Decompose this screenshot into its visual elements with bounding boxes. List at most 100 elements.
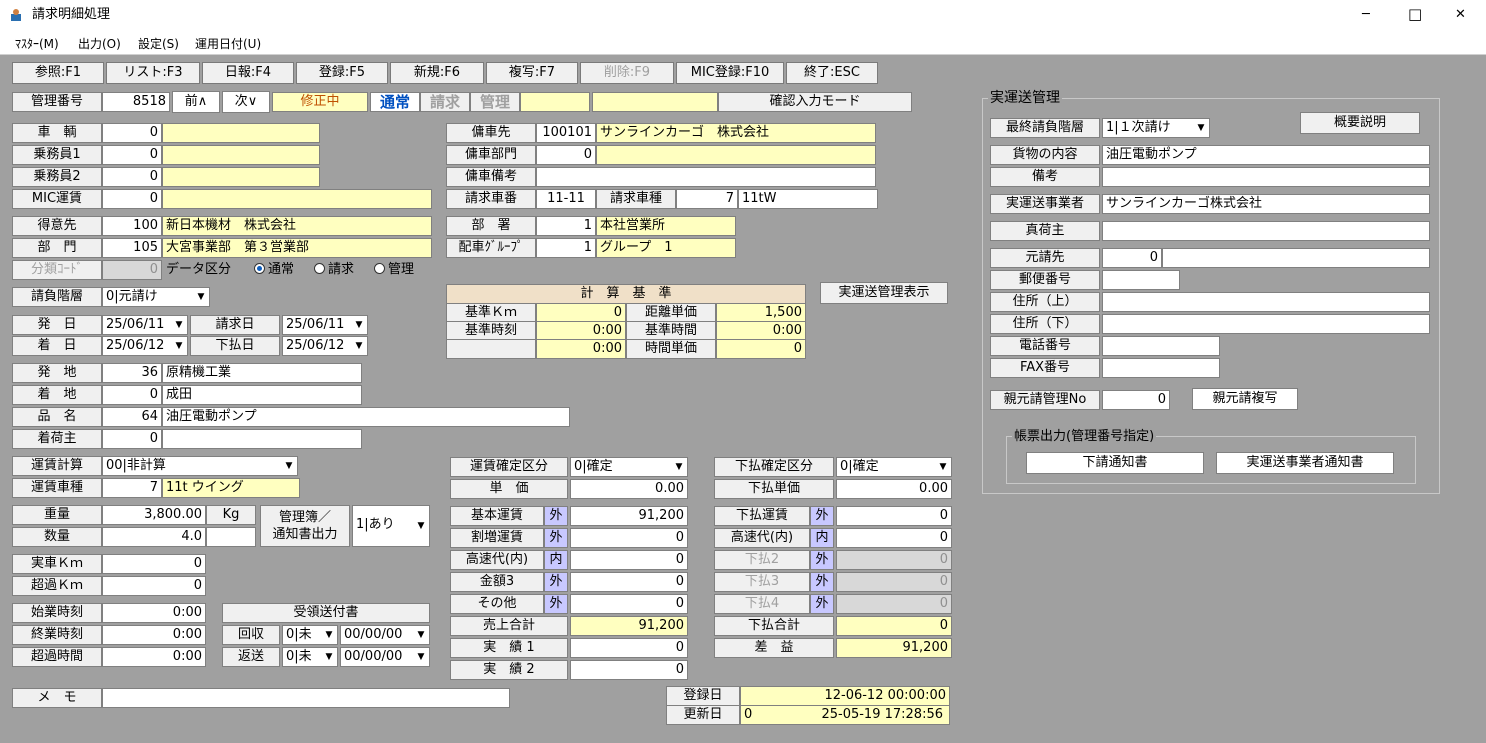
sales-tanka[interactable]: 0.00 <box>570 479 688 499</box>
pay-tanka[interactable]: 0.00 <box>836 479 952 499</box>
menu-output[interactable]: 出力(O) <box>78 35 121 52</box>
kijun-km[interactable]: 0 <box>536 303 626 323</box>
chevron-down-icon[interactable]: ▼ <box>414 649 428 665</box>
pay-2-tag[interactable]: 外 <box>810 550 834 570</box>
fax-field[interactable] <box>1102 358 1220 378</box>
memo-field[interactable] <box>102 688 510 708</box>
kosoku-val[interactable]: 0 <box>570 550 688 570</box>
delete-button[interactable]: 削除:F9 <box>580 62 674 84</box>
choka-jikan-field[interactable]: 0:00 <box>102 647 206 667</box>
jikan-tanka[interactable]: 0 <box>716 339 806 359</box>
crew2-code[interactable]: 0 <box>102 167 162 187</box>
tokui-code[interactable]: 100 <box>102 216 162 236</box>
mic-register-button[interactable]: MIC登録:F10 <box>676 62 784 84</box>
hatchi-name[interactable]: 原精機工業 <box>162 363 362 383</box>
jigyosha-tsuchi-button[interactable]: 実運送事業者通知書 <box>1216 452 1394 474</box>
chevron-down-icon[interactable]: ▼ <box>414 627 428 643</box>
radio-kanri[interactable]: 管理 <box>374 261 414 279</box>
radio-tsujo[interactable]: 通常 <box>254 261 294 279</box>
mic-fare-code[interactable]: 0 <box>102 189 162 209</box>
hatchi-code[interactable]: 36 <box>102 363 162 383</box>
copy-button[interactable]: 複写:F7 <box>486 62 578 84</box>
new-button[interactable]: 新規:F6 <box>390 62 484 84</box>
chevron-down-icon[interactable]: ▼ <box>936 459 950 475</box>
kihon-val[interactable]: 91,200 <box>570 506 688 526</box>
sonota-val[interactable]: 0 <box>570 594 688 614</box>
kanri-no-field[interactable]: 8518 <box>102 92 170 112</box>
chevron-down-icon[interactable]: ▼ <box>352 317 366 333</box>
chevron-down-icon[interactable]: ▼ <box>282 458 296 474</box>
chevron-down-icon[interactable]: ▼ <box>352 338 366 354</box>
chevron-down-icon[interactable]: ▼ <box>172 317 186 333</box>
addr1-field[interactable] <box>1102 292 1430 312</box>
chevron-down-icon[interactable]: ▼ <box>172 338 186 354</box>
jitsu-display-button[interactable]: 実運送管理表示 <box>820 282 948 304</box>
haisha-code[interactable]: 1 <box>536 238 596 258</box>
chevron-down-icon[interactable]: ▼ <box>322 649 336 665</box>
crew1-code[interactable]: 0 <box>102 145 162 165</box>
pay-kosoku-tag[interactable]: 内 <box>810 528 834 548</box>
yosha-code[interactable]: 100101 <box>536 123 596 143</box>
chevron-down-icon[interactable]: ▼ <box>194 289 208 305</box>
jisseki1[interactable]: 0 <box>570 638 688 658</box>
chaku-date[interactable]: 25/06/12 ▼ <box>102 336 188 356</box>
warimashi-tag[interactable]: 外 <box>544 528 568 548</box>
oya-copy-button[interactable]: 親元請複写 <box>1192 388 1298 410</box>
kihon-tag[interactable]: 外 <box>544 506 568 526</box>
seikyu-shashu-code[interactable]: 7 <box>676 189 738 209</box>
warimashi-val[interactable]: 0 <box>570 528 688 548</box>
menu-master[interactable]: ﾏｽﾀｰ(M) <box>15 35 59 52</box>
choka-km[interactable]: 0 <box>102 576 206 596</box>
fare-calc-select[interactable]: 00|非計算 ▼ <box>102 456 298 476</box>
busho-code[interactable]: 1 <box>536 216 596 236</box>
oya-field[interactable]: 0 <box>1102 390 1170 410</box>
pay-unchin-val[interactable]: 0 <box>836 506 952 526</box>
bumon-code[interactable]: 105 <box>102 238 162 258</box>
jissha-km[interactable]: 0 <box>102 554 206 574</box>
ukeoi-select[interactable]: 0|元請け ▼ <box>102 287 210 307</box>
kyori-tanka[interactable]: 1,500 <box>716 303 806 323</box>
ref-button[interactable]: 参照:F1 <box>12 62 104 84</box>
shin-ninushi-field[interactable] <box>1102 221 1430 241</box>
yosha-biko-field[interactable] <box>536 167 876 187</box>
yubin-field[interactable] <box>1102 270 1180 290</box>
yosha-bumon-code[interactable]: 0 <box>536 145 596 165</box>
seikyu-date[interactable]: 25/06/11 ▼ <box>282 315 368 335</box>
pay-unchin-tag[interactable]: 外 <box>810 506 834 526</box>
minimize-icon[interactable]: ─ <box>1362 6 1370 24</box>
chakuchi-name[interactable]: 成田 <box>162 385 362 405</box>
kaishu-select[interactable]: 0|未 ▼ <box>282 625 338 645</box>
motouke-name[interactable] <box>1162 248 1430 268</box>
jigyosha-field[interactable]: サンラインカーゴ株式会社 <box>1102 194 1430 214</box>
daily-button[interactable]: 日報:F4 <box>202 62 294 84</box>
biko-field[interactable] <box>1102 167 1430 187</box>
pay-kakutei-select[interactable]: 0|確定 ▼ <box>836 457 952 477</box>
gaiyo-button[interactable]: 概要説明 <box>1300 112 1420 134</box>
menu-settings[interactable]: 設定(S) <box>138 35 179 52</box>
juryo-field[interactable]: 3,800.00 <box>102 505 206 525</box>
kingaku3-val[interactable]: 0 <box>570 572 688 592</box>
henso-date[interactable]: 00/00/00 ▼ <box>340 647 430 667</box>
radio-seikyu[interactable]: 請求 <box>314 261 354 279</box>
saishu-select[interactable]: 1|１次請け ▼ <box>1102 118 1210 138</box>
chevron-down-icon[interactable]: ▼ <box>414 518 428 534</box>
pay-3-tag[interactable]: 外 <box>810 572 834 592</box>
jisseki2[interactable]: 0 <box>570 660 688 680</box>
shigyo-field[interactable]: 0:00 <box>102 603 206 623</box>
shita-tsuchi-button[interactable]: 下請通知書 <box>1026 452 1204 474</box>
kaishu-date[interactable]: 00/00/00 ▼ <box>340 625 430 645</box>
chakuninushi-name[interactable] <box>162 429 362 449</box>
maximize-icon[interactable]: □ <box>1408 5 1422 23</box>
seikyu-shaban-field[interactable]: 11-11 <box>536 189 596 209</box>
addr2-field[interactable] <box>1102 314 1430 334</box>
hinmei-code[interactable]: 64 <box>102 407 162 427</box>
pay-4-tag[interactable]: 外 <box>810 594 834 614</box>
kosoku-tag[interactable]: 内 <box>544 550 568 570</box>
prev-button[interactable]: 前∧ <box>172 91 220 113</box>
kijun-jikoku[interactable]: 0:00 <box>536 321 626 341</box>
shugyo-field[interactable]: 0:00 <box>102 625 206 645</box>
list-button[interactable]: リスト:F3 <box>106 62 200 84</box>
henso-select[interactable]: 0|未 ▼ <box>282 647 338 667</box>
kingaku3-tag[interactable]: 外 <box>544 572 568 592</box>
shiharai-date[interactable]: 25/06/12 ▼ <box>282 336 368 356</box>
